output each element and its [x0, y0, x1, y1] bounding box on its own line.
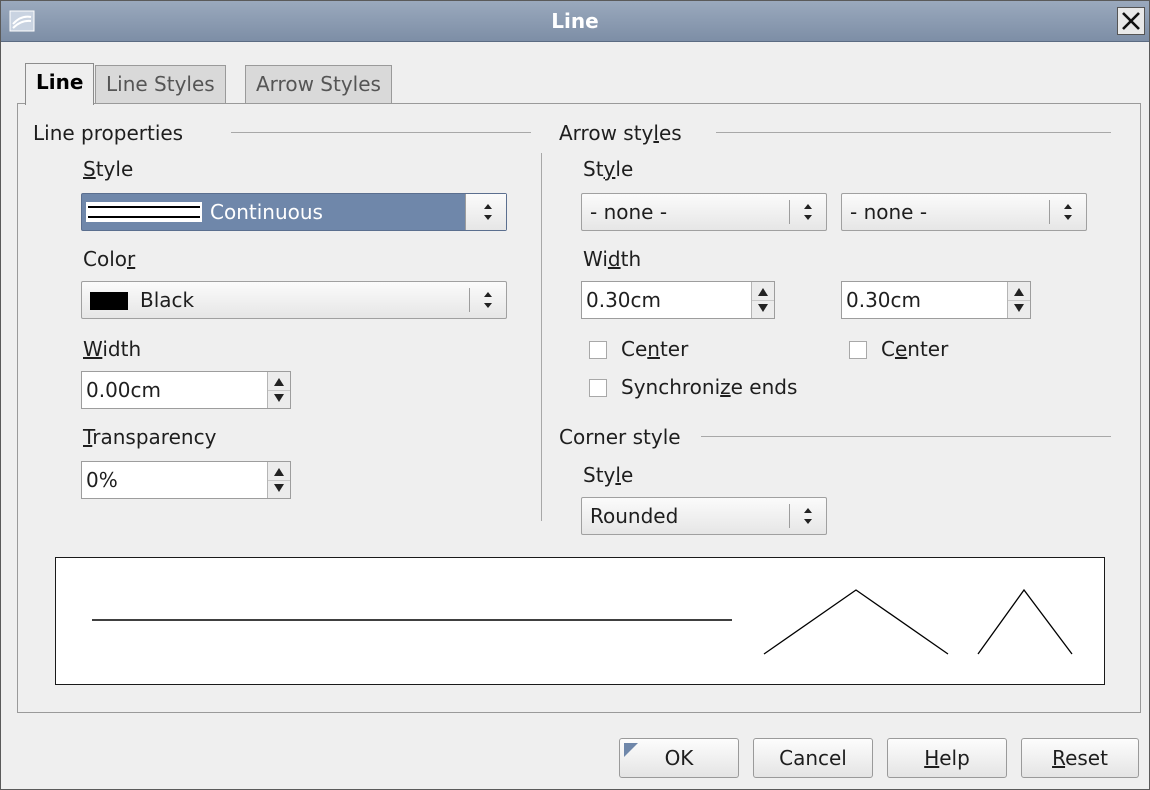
section-divider: [541, 153, 542, 521]
updown-arrows-icon: [484, 292, 492, 308]
line-color-dropdown[interactable]: Black: [81, 281, 507, 319]
reset-button[interactable]: Reset: [1021, 738, 1139, 778]
transparency-spinbox[interactable]: 0%: [81, 461, 291, 499]
increment-icon[interactable]: [268, 462, 290, 481]
transparency-value: 0%: [86, 468, 118, 492]
line-width-value: 0.00cm: [86, 378, 162, 402]
updown-arrows-icon: [484, 204, 492, 220]
transparency-label: Transparency: [83, 425, 217, 449]
line-preview-drawing: [92, 588, 1073, 655]
tab-line-styles[interactable]: Line Styles: [95, 65, 226, 103]
line-preview: [55, 557, 1105, 685]
line-properties-divider: [231, 132, 531, 133]
close-icon[interactable]: [1117, 7, 1145, 35]
arrow-start-style-dropdown[interactable]: - none -: [581, 193, 827, 231]
line-color-value: Black: [140, 288, 195, 312]
arrow-width-label: Width: [583, 247, 642, 271]
tab-line[interactable]: Line: [25, 63, 95, 105]
line-width-spinbox[interactable]: 0.00cm: [81, 371, 291, 409]
corner-style-divider: [701, 436, 1111, 437]
style-label: Style: [83, 157, 134, 181]
increment-icon[interactable]: [268, 372, 290, 391]
default-button-icon: [624, 743, 638, 757]
arrow-end-width-value: 0.30cm: [846, 288, 922, 312]
center-start-label: Center: [621, 337, 689, 361]
increment-icon[interactable]: [752, 282, 774, 301]
updown-arrows-icon: [804, 508, 812, 524]
center-end-label: Center: [881, 337, 949, 361]
arrow-end-width-spinbox[interactable]: 0.30cm: [841, 281, 1031, 319]
help-button[interactable]: Help: [887, 738, 1007, 778]
synchronize-ends-checkbox[interactable]: [589, 379, 607, 397]
updown-arrows-icon: [1064, 204, 1072, 220]
arrow-start-width-value: 0.30cm: [586, 288, 662, 312]
arrow-end-style-value: - none -: [850, 200, 928, 224]
center-end-checkbox[interactable]: [849, 341, 867, 359]
decrement-icon[interactable]: [268, 390, 290, 408]
corner-style-heading: Corner style: [559, 425, 681, 449]
ok-button[interactable]: OK: [619, 738, 739, 778]
corner-style-label: Style: [583, 463, 634, 487]
window-title: Line: [551, 9, 599, 33]
arrow-styles-divider: [716, 132, 1111, 133]
synchronize-ends-label: Synchronize ends: [621, 375, 798, 399]
color-label: Color: [83, 247, 136, 271]
cancel-button[interactable]: Cancel: [753, 738, 873, 778]
color-swatch: [90, 292, 128, 310]
corner-style-dropdown[interactable]: Rounded: [581, 497, 827, 535]
width-label: Width: [83, 337, 142, 361]
decrement-icon[interactable]: [752, 300, 774, 318]
increment-icon[interactable]: [1008, 282, 1030, 301]
arrow-start-width-spinbox[interactable]: 0.30cm: [581, 281, 775, 319]
arrow-style-label: Style: [583, 157, 634, 181]
decrement-icon[interactable]: [1008, 300, 1030, 318]
line-properties-heading: Line properties: [33, 121, 184, 145]
tab-arrow-styles[interactable]: Arrow Styles: [245, 65, 392, 103]
line-style-preview-icon: [86, 202, 202, 222]
arrow-start-style-value: - none -: [590, 200, 668, 224]
title-bar[interactable]: Line: [1, 1, 1149, 42]
arrow-styles-heading: Arrow styles: [559, 121, 682, 145]
arrow-end-style-dropdown[interactable]: - none -: [841, 193, 1087, 231]
corner-style-value: Rounded: [590, 504, 679, 528]
updown-arrows-icon: [804, 204, 812, 220]
line-dialog: Line Line Line Styles Arrow Styles Line …: [0, 0, 1150, 790]
decrement-icon[interactable]: [268, 480, 290, 498]
line-style-dropdown[interactable]: Continuous: [81, 193, 507, 231]
line-style-value: Continuous: [210, 200, 323, 224]
center-start-checkbox[interactable]: [589, 341, 607, 359]
